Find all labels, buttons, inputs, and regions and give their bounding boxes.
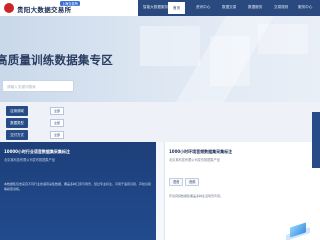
card-title[interactable]: 1000小时环境音频数据集采集标注 [169, 149, 232, 155]
filter-label: 数据类型 [6, 118, 28, 128]
card-description: 本数据集包含来自不同行业的语音采集数据，覆盖多种口音与场景，经过专业标注，可用于… [4, 182, 152, 191]
nav-item-home[interactable]: 首页 [168, 2, 186, 14]
card-description: 环境音频数据集覆盖多种生活场景声音。 [169, 194, 224, 198]
card-subtitle: 北京某科技有限公司发布数据集产品 [4, 158, 55, 162]
hero-panel [210, 36, 250, 86]
page-title: 高质量训练数据集专区 [0, 53, 113, 67]
side-rail[interactable] [312, 112, 320, 168]
filter-row: 交付方式 全部 [0, 129, 320, 141]
dataset-card[interactable]: 10000小时行业语音数据集采集标注 北京某科技有限公司发布数据集产品 本数据集… [0, 142, 156, 240]
filter-row: 数据类型 全部 [0, 117, 320, 129]
nav-item-rules[interactable]: 交易规则 [274, 5, 288, 10]
nav-item-service-center[interactable]: 服务中心 [298, 5, 312, 10]
hero-panel [140, 26, 200, 66]
filter-row: 应用领域 全部 [0, 105, 320, 117]
card-tag: 音频 [185, 178, 200, 186]
filter-chip[interactable]: 全部 [50, 107, 64, 115]
card-title[interactable]: 10000小时行业语音数据集采集标注 [4, 149, 70, 155]
nav-item-trading[interactable]: 数据交易 [222, 5, 236, 10]
logo-icon[interactable] [4, 3, 14, 13]
nav-item-data-service[interactable]: 数据服务 [248, 5, 262, 10]
filter-label: 应用领域 [6, 106, 28, 116]
nav-item-news[interactable]: 资讯中心 [196, 5, 210, 10]
dataset-list: 10000小时行业语音数据集采集标注 北京某科技有限公司发布数据集产品 本数据集… [0, 142, 320, 240]
hero-banner: 高质量训练数据集专区 请输入关键词搜索 [0, 16, 320, 102]
dataset-card[interactable]: 1000小时环境音频数据集采集标注 北京某科技有限公司发布数据集产品 语音 音频… [164, 142, 320, 240]
filter-chip[interactable]: 全部 [50, 119, 64, 127]
filter-label: 交付方式 [6, 130, 28, 140]
header: 贵阳大数据交易所 上海交易所 智能大数据服务 首页 资讯中心 数据交易 数据服务… [0, 0, 320, 16]
filter-panel: 应用领域 全部 数据类型 全部 交付方式 全部 [0, 102, 320, 142]
search-placeholder: 请输入关键词搜索 [7, 84, 36, 89]
search-input[interactable]: 请输入关键词搜索 [2, 80, 74, 92]
logo-tag: 上海交易所 [60, 1, 80, 6]
card-tag: 语音 [169, 178, 184, 186]
hero-panel [258, 24, 308, 54]
nav-item-smart-service[interactable]: 智能大数据服务 [143, 5, 168, 10]
card-subtitle: 北京某科技有限公司发布数据集产品 [169, 158, 220, 162]
filter-chip[interactable]: 全部 [50, 131, 64, 139]
